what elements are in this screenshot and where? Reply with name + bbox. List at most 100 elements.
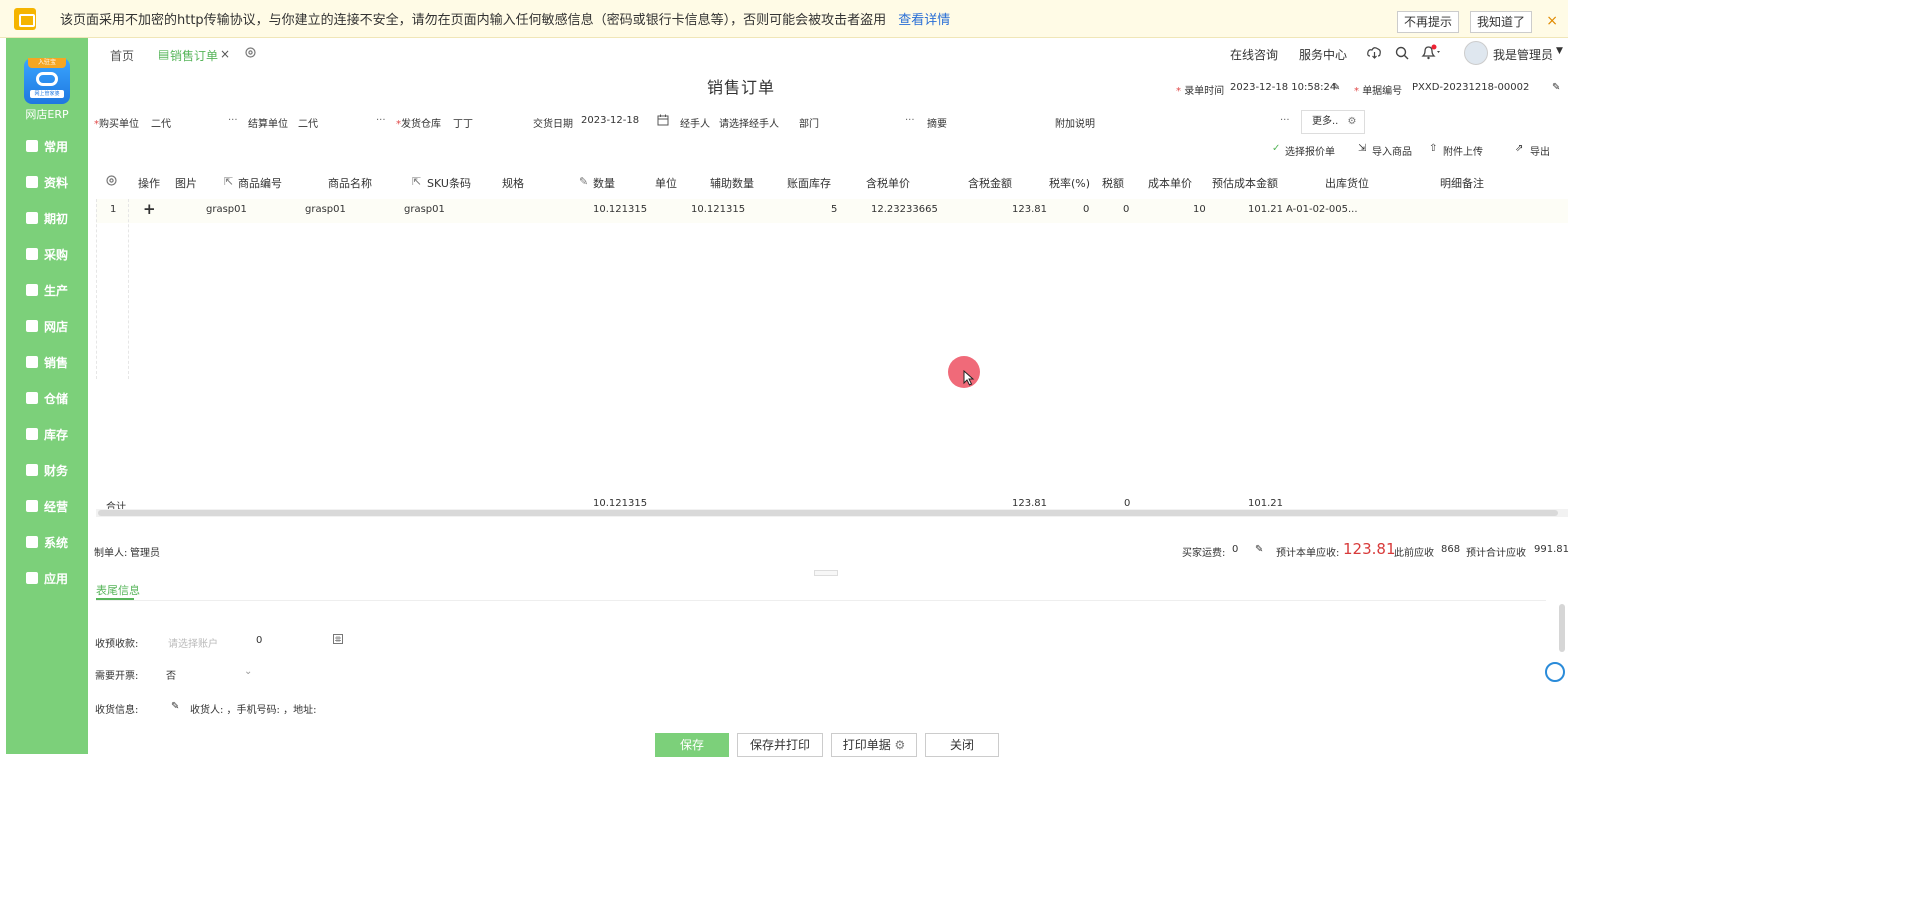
- cell-tax-rate[interactable]: 0: [1083, 204, 1089, 215]
- prepay-amount-input[interactable]: 0: [256, 635, 262, 646]
- cell-tax-price[interactable]: 12.23233665: [871, 204, 938, 215]
- edit-icon[interactable]: ✎: [1255, 544, 1263, 555]
- edit-icon[interactable]: ✎: [171, 701, 179, 712]
- column-header-qty[interactable]: 数量: [593, 175, 615, 191]
- edit-icon[interactable]: ✎: [1552, 82, 1560, 93]
- horizontal-scrollbar[interactable]: [98, 510, 1558, 516]
- column-header-tax-price[interactable]: 含税单价: [866, 175, 910, 191]
- tab-close-icon[interactable]: ×: [220, 47, 230, 61]
- bell-icon[interactable]: [1421, 44, 1443, 60]
- column-header-unit[interactable]: 单位: [655, 175, 677, 191]
- star-icon: [26, 140, 38, 152]
- close-icon[interactable]: ×: [1546, 13, 1558, 29]
- save-button[interactable]: 保存: [655, 733, 729, 757]
- cell-location[interactable]: A-01-02-005...: [1286, 204, 1358, 215]
- column-header-aux-qty[interactable]: 辅助数量: [710, 175, 754, 191]
- sidebar-item-apps[interactable]: 应用: [6, 563, 88, 593]
- column-header-sku[interactable]: SKU条码: [427, 175, 471, 191]
- sidebar-item-finance[interactable]: 财务: [6, 455, 88, 485]
- cell-code[interactable]: grasp01: [206, 204, 247, 215]
- chevron-down-icon[interactable]: ⌄: [244, 666, 252, 677]
- edit-icon[interactable]: ✎: [1332, 82, 1340, 93]
- close-button[interactable]: 关闭: [925, 733, 999, 757]
- settle-field[interactable]: 二代: [298, 115, 318, 130]
- tab-home[interactable]: 首页: [110, 47, 134, 64]
- more-dots-icon[interactable]: ···: [1280, 115, 1290, 126]
- view-details-link[interactable]: 查看详情: [898, 9, 950, 28]
- assistant-float-icon[interactable]: [1545, 662, 1565, 682]
- sidebar-item-data[interactable]: 资料: [6, 167, 88, 197]
- cell-aux-qty[interactable]: 10.121315: [691, 204, 745, 215]
- gear-icon[interactable]: ⚙: [895, 738, 906, 752]
- sidebar-item-business[interactable]: 经营: [6, 491, 88, 521]
- cell-est-cost: 101.21: [1248, 204, 1283, 215]
- calendar-icon[interactable]: [657, 114, 669, 126]
- sidebar-item-shop[interactable]: 网店: [6, 311, 88, 341]
- more-dots-icon[interactable]: ···: [376, 115, 386, 126]
- print-button[interactable]: 打印单据 ⚙: [831, 733, 917, 757]
- row-divider: [96, 199, 97, 379]
- online-consult-link[interactable]: 在线咨询: [1230, 46, 1278, 63]
- column-header-tax-amount[interactable]: 含税金额: [968, 175, 1012, 191]
- sidebar-item-sales[interactable]: 销售: [6, 347, 88, 377]
- sidebar-item-system[interactable]: 系统: [6, 527, 88, 557]
- doc-no-value: PXXD-20231218-00002: [1412, 82, 1530, 93]
- tab-tail-info[interactable]: 表尾信息: [96, 582, 140, 598]
- calculator-icon[interactable]: [333, 634, 343, 644]
- export-button[interactable]: 导出: [1530, 143, 1550, 158]
- search-icon[interactable]: [1395, 46, 1409, 60]
- column-settings-gear-icon[interactable]: [105, 174, 118, 187]
- buyer-field[interactable]: 二代: [151, 115, 171, 130]
- account-select[interactable]: 请选择账户: [168, 635, 218, 650]
- dont-remind-button[interactable]: 不再提示: [1397, 11, 1460, 33]
- column-header-code[interactable]: 商品编号: [238, 175, 282, 191]
- sidebar-item-common[interactable]: 常用: [6, 131, 88, 161]
- sidebar-item-opening[interactable]: 期初: [6, 203, 88, 233]
- vertical-scrollbar[interactable]: [1559, 604, 1565, 652]
- avatar[interactable]: [1464, 41, 1488, 65]
- collapse-handle[interactable]: [814, 570, 838, 576]
- app-logo[interactable]: 入驻宝 网上管家婆: [24, 58, 70, 104]
- finance-icon: [26, 464, 38, 476]
- column-header-tax-rate[interactable]: 税率(%): [1049, 175, 1090, 191]
- save-print-button[interactable]: 保存并打印: [737, 733, 823, 757]
- sidebar-item-production[interactable]: 生产: [6, 275, 88, 305]
- cloud-download-icon[interactable]: [1367, 46, 1382, 60]
- cell-sku[interactable]: grasp01: [404, 204, 445, 215]
- cell-tax-amount[interactable]: 123.81: [1012, 204, 1047, 215]
- sidebar-item-warehouse[interactable]: 仓储: [6, 383, 88, 413]
- import-goods-button[interactable]: 导入商品: [1372, 143, 1412, 158]
- warehouse-field[interactable]: 丁丁: [453, 115, 473, 130]
- cell-qty[interactable]: 10.121315: [593, 204, 647, 215]
- column-header-tax[interactable]: 税额: [1102, 175, 1124, 191]
- more-button[interactable]: 更多.. ⚙: [1301, 110, 1365, 134]
- add-row-button[interactable]: +: [143, 200, 156, 218]
- tab-sales-order[interactable]: 销售订单: [170, 47, 218, 64]
- chevron-down-icon[interactable]: ▼: [1556, 46, 1563, 56]
- user-name[interactable]: 我是管理员: [1493, 46, 1553, 63]
- logo-subtitle: 网上管家婆: [30, 90, 64, 98]
- sidebar-item-inventory[interactable]: 库存: [6, 419, 88, 449]
- cell-tax[interactable]: 0: [1123, 204, 1129, 215]
- attach-upload-button[interactable]: 附件上传: [1443, 143, 1483, 158]
- tab-settings-gear-icon[interactable]: [244, 46, 257, 59]
- column-header-location[interactable]: 出库货位: [1325, 175, 1369, 191]
- column-header-remark[interactable]: 明细备注: [1440, 175, 1484, 191]
- more-dots-icon[interactable]: ···: [905, 115, 915, 126]
- sidebar-item-label: 财务: [44, 463, 69, 478]
- delivery-date-field[interactable]: 2023-12-18: [581, 115, 639, 126]
- column-header-cost-price[interactable]: 成本单价: [1148, 175, 1192, 191]
- service-center-link[interactable]: 服务中心: [1299, 46, 1347, 63]
- got-it-button[interactable]: 我知道了: [1470, 11, 1533, 33]
- column-header-book-stock[interactable]: 账面库存: [787, 175, 831, 191]
- invoice-select[interactable]: 否: [166, 667, 176, 682]
- column-header-est-cost[interactable]: 预估成本金额: [1212, 175, 1278, 191]
- more-dots-icon[interactable]: ···: [228, 115, 238, 126]
- cell-name[interactable]: grasp01: [305, 204, 346, 215]
- select-quote-button[interactable]: 选择报价单: [1285, 143, 1335, 158]
- clock-icon: [26, 212, 38, 224]
- column-header-name[interactable]: 商品名称: [328, 175, 372, 191]
- column-header-spec[interactable]: 规格: [502, 175, 524, 191]
- handler-field[interactable]: 请选择经手人: [719, 115, 779, 130]
- sidebar-item-purchase[interactable]: 采购: [6, 239, 88, 269]
